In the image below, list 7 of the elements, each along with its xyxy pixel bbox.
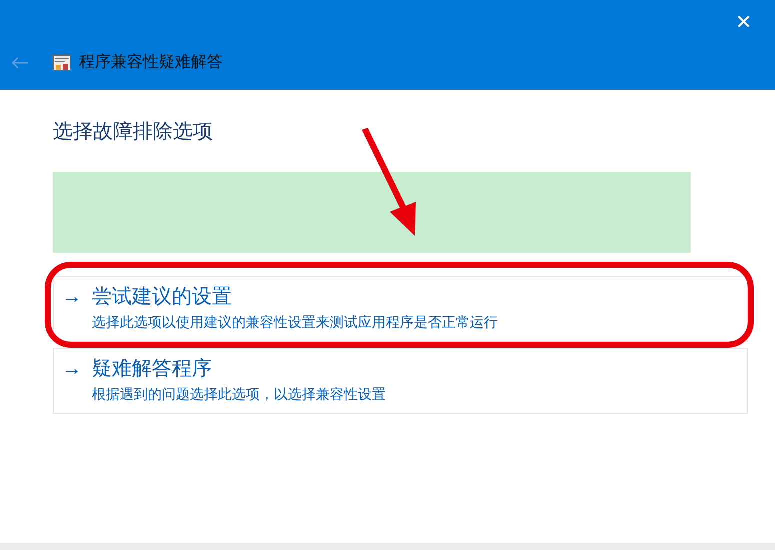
option-link[interactable]: → 疑难解答程序 根据遇到的问题选择此选项，以选择兼容性设置 <box>53 348 748 414</box>
close-button[interactable]: ✕ <box>729 8 759 38</box>
page-heading: 选择故障排除选项 <box>53 120 214 144</box>
window-title: 程序兼容性疑难解答 <box>79 52 223 73</box>
back-arrow-icon[interactable] <box>11 56 29 70</box>
option-link[interactable]: → 尝试建议的设置 选择此选项以使用建议的兼容性设置来测试应用程序是否正常运行 <box>53 276 748 342</box>
program-icon <box>53 55 71 71</box>
